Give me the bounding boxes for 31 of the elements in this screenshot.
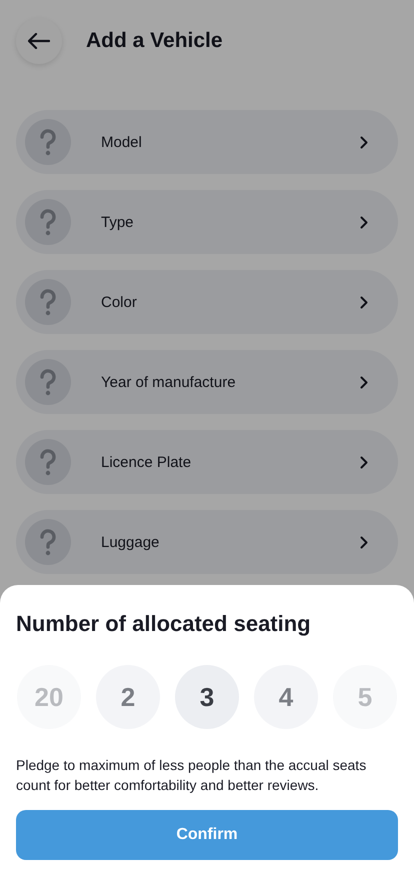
back-arrow-icon bbox=[28, 33, 50, 49]
chevron-right-icon bbox=[360, 536, 368, 548]
field-row[interactable]: Licence Plate bbox=[16, 430, 398, 494]
chevron-right-icon bbox=[360, 216, 368, 228]
question-icon bbox=[25, 359, 71, 405]
question-icon bbox=[25, 119, 71, 165]
question-icon bbox=[25, 199, 71, 245]
field-label: Model bbox=[101, 134, 143, 150]
page-title: Add a Vehicle bbox=[86, 29, 223, 53]
seat-option[interactable]: 4 bbox=[254, 665, 318, 729]
field-row[interactable]: Year of manufacture bbox=[16, 350, 398, 414]
field-row[interactable]: Color bbox=[16, 270, 398, 334]
field-label: Licence Plate bbox=[101, 454, 192, 470]
question-icon bbox=[25, 439, 71, 485]
chevron-right-icon bbox=[360, 376, 368, 388]
chevron-right-icon bbox=[360, 456, 368, 468]
sheet-title: Number of allocated seating bbox=[16, 611, 312, 637]
field-label: Year of manufacture bbox=[101, 374, 237, 390]
field-row[interactable]: Model bbox=[16, 110, 398, 174]
field-label: Type bbox=[101, 214, 135, 230]
seating-note: Pledge to maximum of less people than the accual seats count for better comfortability and better reviews. bbox=[16, 756, 368, 795]
seat-option[interactable]: 2 bbox=[96, 665, 160, 729]
chevron-right-icon bbox=[360, 136, 368, 148]
field-row[interactable]: Luggage bbox=[16, 510, 398, 574]
field-row[interactable]: Type bbox=[16, 190, 398, 254]
seat-option[interactable]: 3 bbox=[175, 665, 239, 729]
question-icon bbox=[25, 519, 71, 565]
chevron-right-icon bbox=[360, 296, 368, 308]
field-label: Luggage bbox=[101, 534, 160, 550]
field-label: Color bbox=[101, 294, 138, 310]
question-icon bbox=[25, 279, 71, 325]
